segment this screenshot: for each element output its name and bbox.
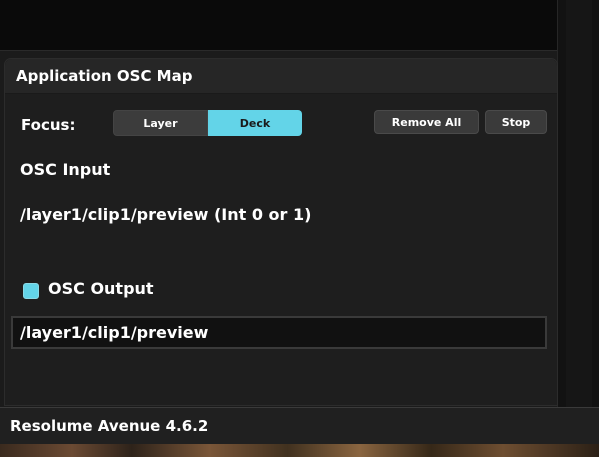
remove-all-button[interactable]: Remove All bbox=[374, 110, 479, 134]
focus-deck-button[interactable]: Deck bbox=[208, 110, 302, 136]
preview-panel bbox=[0, 0, 557, 51]
right-scroll-strip[interactable] bbox=[557, 0, 599, 410]
osc-output-checkbox[interactable] bbox=[23, 283, 39, 299]
osc-output-field[interactable] bbox=[11, 316, 547, 349]
app-version-text: Resolume Avenue 4.6.2 bbox=[10, 417, 209, 435]
osc-input-title: OSC Input bbox=[20, 160, 111, 179]
panel-header: Application OSC Map bbox=[5, 59, 557, 94]
status-bar: Resolume Avenue 4.6.2 bbox=[0, 407, 599, 445]
stop-button[interactable]: Stop bbox=[485, 110, 547, 134]
panel-title: Application OSC Map bbox=[16, 67, 193, 85]
focus-label: Focus: bbox=[21, 116, 76, 134]
osc-input-value: /layer1/clip1/preview (Int 0 or 1) bbox=[20, 205, 312, 224]
osc-map-panel: Application OSC Map Focus: Layer Deck Re… bbox=[4, 58, 558, 406]
osc-output-label: OSC Output bbox=[48, 279, 154, 298]
focus-layer-button[interactable]: Layer bbox=[113, 110, 208, 136]
composition-preview-image bbox=[0, 444, 599, 457]
scrollbar-track[interactable] bbox=[566, 0, 592, 410]
